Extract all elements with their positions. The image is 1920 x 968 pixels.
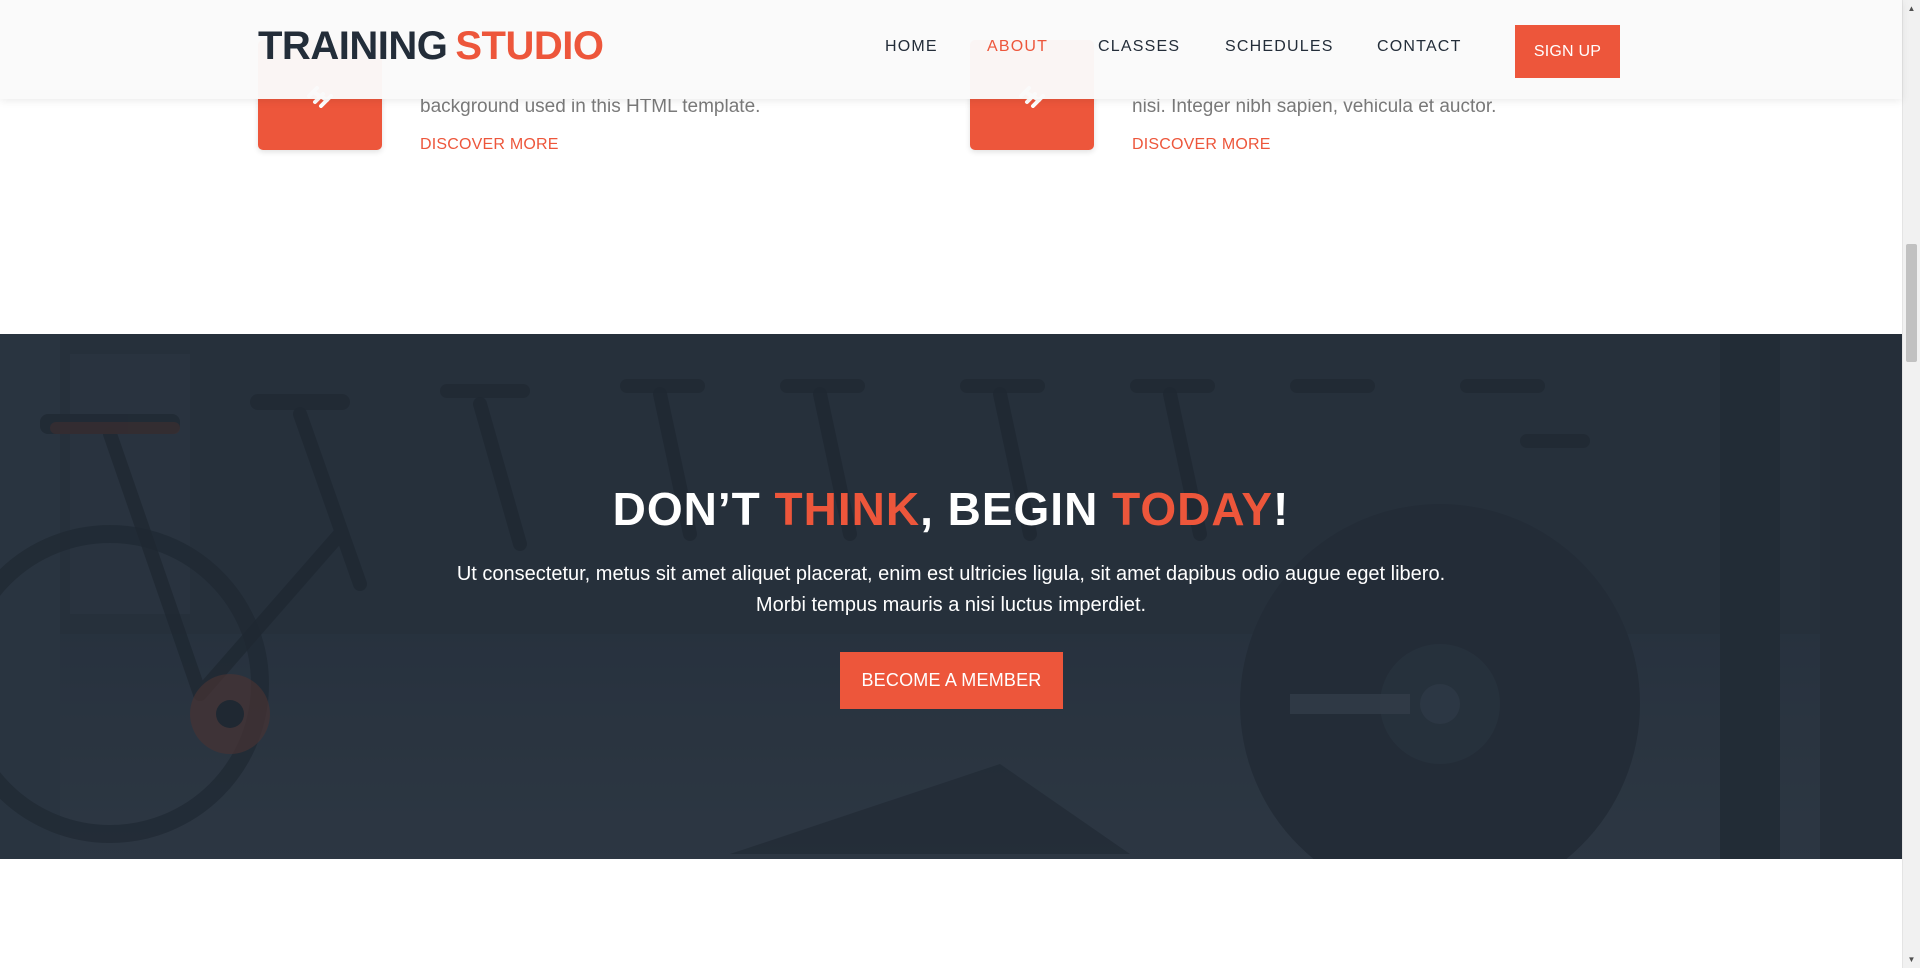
page: background used in this HTML template. D… [0,0,1920,968]
cta-title-segment: DON’T [612,483,775,535]
cta-title-accent: THINK [774,483,921,535]
scroll-up-arrow-icon[interactable]: ▲ [1903,0,1920,17]
nav-schedules[interactable]: SCHEDULES [1225,38,1334,56]
logo-text-accent: STUDIO [455,24,604,68]
discover-more-link[interactable]: DISCOVER MORE [1132,136,1271,154]
scrollbar-thumb[interactable] [1906,244,1917,362]
scroll-down-arrow-icon[interactable]: ▼ [1903,951,1920,968]
nav-classes[interactable]: CLASSES [1098,38,1180,56]
site-header: TRAINING STUDIO HOME ABOUT CLASSES SCHEDU… [0,0,1902,99]
nav-about[interactable]: ABOUT [987,38,1048,56]
feature-description: nisi. Integer nibh sapien, vehicula et a… [1132,96,1497,117]
nav-home[interactable]: HOME [885,38,938,56]
discover-more-link[interactable]: DISCOVER MORE [420,136,559,154]
cta-description-line: Ut consectetur, metus sit amet aliquet p… [456,563,1446,585]
cta-banner: DON’T THINK, BEGIN TODAY! Ut consectetur… [0,334,1902,859]
become-member-button[interactable]: BECOME A MEMBER [840,652,1063,709]
sign-up-button[interactable]: SIGN UP [1515,25,1620,78]
cta-description: Ut consectetur, metus sit amet aliquet p… [351,559,1551,621]
cta-title-accent: TODAY [1112,483,1274,535]
nav-contact[interactable]: CONTACT [1377,38,1462,56]
next-section [0,859,1902,968]
cta-title-segment: , BEGIN [920,483,1113,535]
site-logo[interactable]: TRAINING STUDIO [258,24,604,69]
feature-description: background used in this HTML template. [420,96,761,117]
cta-title-segment: ! [1273,483,1290,535]
cta-description-line: Morbi tempus mauris a nisi luctus imperd… [755,594,1147,616]
logo-text-primary: TRAINING [258,24,448,68]
cta-title: DON’T THINK, BEGIN TODAY! [0,482,1902,536]
vertical-scrollbar[interactable]: ▲ ▼ [1902,0,1920,968]
